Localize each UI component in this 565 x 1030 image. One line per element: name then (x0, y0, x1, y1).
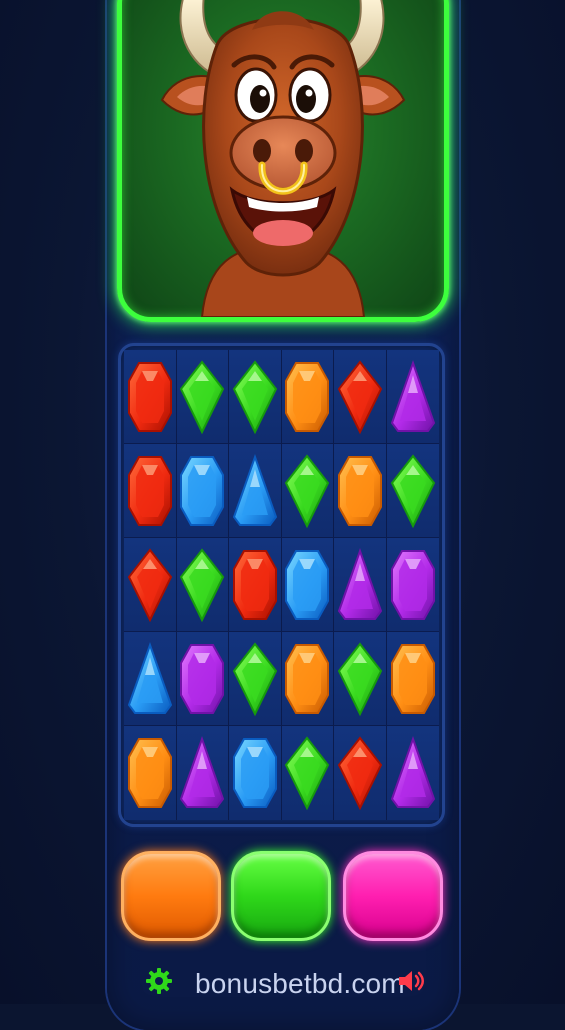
board-cell[interactable] (229, 350, 282, 444)
board-cell[interactable] (334, 444, 387, 538)
blue-hexagon-gem[interactable] (284, 547, 330, 623)
green-diamond-gem[interactable] (179, 359, 225, 435)
board-cell[interactable] (334, 726, 387, 820)
board-cell[interactable] (176, 350, 229, 444)
orange-hexagon-gem[interactable] (127, 735, 173, 811)
purple-triangle-gem[interactable] (179, 735, 225, 811)
green-diamond-gem[interactable] (337, 641, 383, 717)
red-diamond-gem[interactable] (337, 359, 383, 435)
orange-hexagon-gem[interactable] (284, 641, 330, 717)
green-button[interactable] (231, 851, 331, 941)
board-cell[interactable] (229, 444, 282, 538)
board-cell[interactable] (229, 726, 282, 820)
purple-triangle-gem[interactable] (390, 735, 436, 811)
footer-bar: bonusbetbd.com (140, 962, 430, 1010)
orange-hexagon-gem[interactable] (337, 453, 383, 529)
orange-button[interactable] (121, 851, 221, 941)
red-hexagon-gem[interactable] (127, 453, 173, 529)
green-diamond-gem[interactable] (232, 359, 278, 435)
board-cell[interactable] (124, 444, 177, 538)
character-portrait (117, 0, 449, 322)
board-cell[interactable] (334, 350, 387, 444)
green-diamond-gem[interactable] (390, 453, 436, 529)
board-cell[interactable] (124, 726, 177, 820)
board-cell[interactable] (124, 538, 177, 632)
board-cell[interactable] (281, 726, 334, 820)
board-cell[interactable] (281, 350, 334, 444)
purple-hexagon-gem[interactable] (390, 547, 436, 623)
blue-hexagon-gem[interactable] (232, 735, 278, 811)
red-hexagon-gem[interactable] (127, 359, 173, 435)
board-cell[interactable] (334, 538, 387, 632)
blue-hexagon-gem[interactable] (179, 453, 225, 529)
board-cell[interactable] (229, 632, 282, 726)
board-cell[interactable] (176, 538, 229, 632)
site-watermark: bonusbetbd.com (195, 968, 405, 999)
red-diamond-gem[interactable] (127, 547, 173, 623)
board-cell[interactable] (229, 538, 282, 632)
pink-button[interactable] (343, 851, 443, 941)
green-diamond-gem[interactable] (179, 547, 225, 623)
purple-hexagon-gem[interactable] (179, 641, 225, 717)
board-cell[interactable] (281, 632, 334, 726)
purple-triangle-gem[interactable] (337, 547, 383, 623)
orange-hexagon-gem[interactable] (390, 641, 436, 717)
board-cell[interactable] (281, 538, 334, 632)
red-hexagon-gem[interactable] (232, 547, 278, 623)
green-diamond-gem[interactable] (232, 641, 278, 717)
board-cell[interactable] (386, 632, 439, 726)
board-cell[interactable] (386, 444, 439, 538)
board-cell[interactable] (124, 350, 177, 444)
orange-hexagon-gem[interactable] (284, 359, 330, 435)
blue-triangle-gem[interactable] (232, 453, 278, 529)
green-diamond-gem[interactable] (284, 453, 330, 529)
board-cell[interactable] (334, 632, 387, 726)
purple-triangle-gem[interactable] (390, 359, 436, 435)
board-cell[interactable] (386, 726, 439, 820)
speaker-icon[interactable] (396, 967, 426, 995)
bull-mascot-icon (160, 0, 406, 317)
gear-icon[interactable] (145, 967, 173, 995)
blue-triangle-gem[interactable] (127, 641, 173, 717)
board-cell[interactable] (386, 538, 439, 632)
board-cell[interactable] (281, 444, 334, 538)
board-cell[interactable] (124, 632, 177, 726)
gem-grid (124, 350, 439, 820)
board-cell[interactable] (176, 444, 229, 538)
board-cell[interactable] (386, 350, 439, 444)
board-cell[interactable] (176, 726, 229, 820)
green-diamond-gem[interactable] (284, 735, 330, 811)
board-cell[interactable] (176, 632, 229, 726)
red-diamond-gem[interactable] (337, 735, 383, 811)
